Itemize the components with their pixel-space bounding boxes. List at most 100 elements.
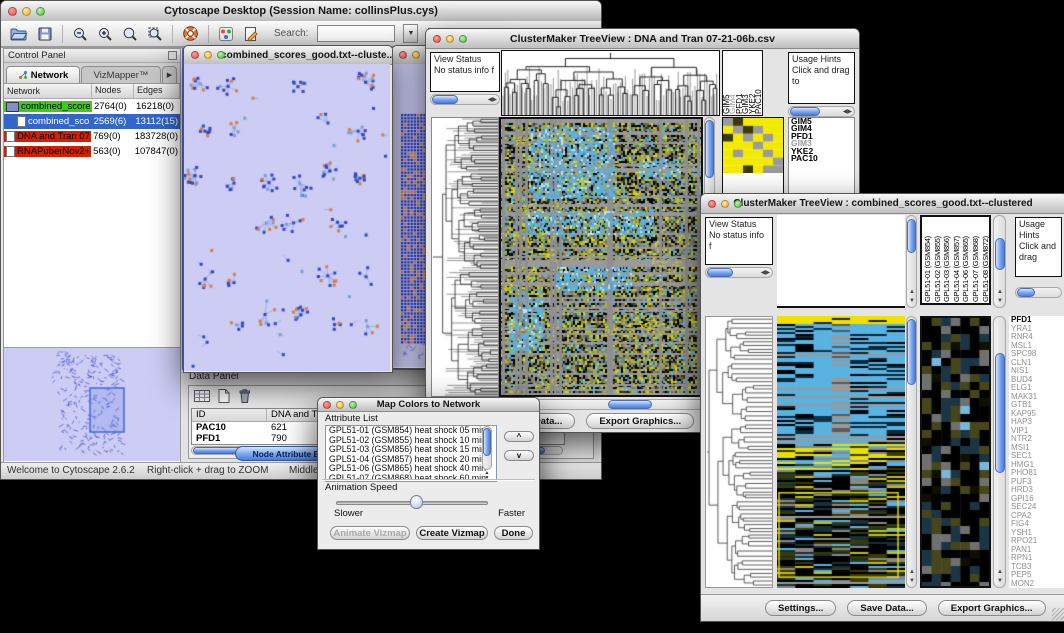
close-button[interactable] xyxy=(8,7,17,16)
attribute-list-scrollbar[interactable] xyxy=(482,426,492,470)
scroll-arrows[interactable]: ◀▶ xyxy=(488,97,497,103)
scroll-arrow-down[interactable]: ▼ xyxy=(909,298,915,304)
column-vscrollbar[interactable]: ▲ ▼ xyxy=(906,215,917,308)
array-label[interactable]: GPL51-02 (GSM855) xyxy=(933,218,943,302)
scroll-arrow-down[interactable]: ▼ xyxy=(997,298,1003,304)
done-button[interactable]: Done xyxy=(494,526,533,540)
header-nodes[interactable]: Nodes xyxy=(92,84,134,98)
scrollbar-thumb[interactable] xyxy=(707,268,733,277)
network-titlebar[interactable]: combined_scores_good.txt--cluste... xyxy=(184,46,392,65)
network-canvas[interactable] xyxy=(184,64,390,371)
float-panel-icon[interactable] xyxy=(168,51,177,60)
close-button[interactable] xyxy=(323,401,331,409)
array-label[interactable]: GPL51-01 (GSM854) xyxy=(923,218,933,302)
tab-overflow-button[interactable]: ▶ xyxy=(162,66,177,83)
gene-label[interactable]: MON2 xyxy=(1009,580,1064,589)
tab-vizmapper[interactable]: VizMapper™ xyxy=(81,66,161,83)
scrollbar-thumb[interactable] xyxy=(705,120,714,178)
scrollbar-thumb[interactable] xyxy=(995,353,1005,473)
array-label[interactable]: GPL51-07 (GSM868) xyxy=(971,218,981,302)
minimize-button[interactable] xyxy=(446,35,454,43)
column-dendrogram-panel[interactable] xyxy=(777,215,905,308)
save-icon[interactable] xyxy=(37,26,53,42)
minimize-button[interactable] xyxy=(336,401,344,409)
close-button[interactable] xyxy=(399,51,407,59)
scrollbar-thumb[interactable] xyxy=(483,428,491,456)
network-row[interactable]: RNAPuberNov2+563(0)107847(0) xyxy=(4,144,180,159)
header-id[interactable]: ID xyxy=(192,409,267,421)
scrollbar-thumb[interactable] xyxy=(995,238,1005,270)
zoom-button[interactable] xyxy=(349,401,357,409)
header-edges[interactable]: Edges xyxy=(134,84,180,98)
hints-scrollbar[interactable]: ◀▶ xyxy=(788,106,855,117)
main-titlebar[interactable]: Cytoscape Desktop (Session Name: collins… xyxy=(1,1,601,22)
scrollbar-thumb[interactable] xyxy=(432,95,458,104)
scrollbar-thumb[interactable] xyxy=(608,400,652,409)
tab-network[interactable]: Network xyxy=(6,66,80,83)
scroll-arrow-down[interactable]: ▼ xyxy=(909,578,915,584)
scroll-arrows[interactable]: ◀▶ xyxy=(761,270,770,276)
slider-thumb[interactable] xyxy=(410,495,423,509)
gene-label[interactable]: PAC10 xyxy=(789,155,854,162)
heatmap-canvas[interactable] xyxy=(777,316,905,588)
zoom-button[interactable] xyxy=(734,200,742,208)
attribute-table-icon[interactable] xyxy=(193,388,211,409)
heatmap-global-panel[interactable] xyxy=(777,316,905,588)
scrollbar-thumb[interactable] xyxy=(907,219,916,253)
heatmap-global-panel[interactable] xyxy=(499,117,703,397)
gene-dendrogram-canvas[interactable] xyxy=(432,118,498,396)
treeview-button[interactable]: Export Graphics... xyxy=(586,413,694,429)
treeview2-titlebar[interactable]: ClusterMaker TreeView : combined_scores_… xyxy=(701,194,1064,214)
new-attribute-icon[interactable] xyxy=(217,388,231,409)
scroll-arrow-up[interactable]: ▲ xyxy=(997,289,1003,295)
zoom-heatmap-canvas[interactable] xyxy=(922,318,989,586)
array-label[interactable]: GPL51-06 (GSM865) xyxy=(961,218,971,302)
scroll-arrow-up[interactable]: ▲ xyxy=(909,289,915,295)
scroll-arrow-up[interactable]: ▲ xyxy=(909,569,915,575)
scrollbar-thumb[interactable] xyxy=(790,107,820,116)
annotation-icon[interactable] xyxy=(243,26,259,42)
array-label[interactable]: PAC10 xyxy=(756,52,762,114)
overview-canvas[interactable] xyxy=(4,348,180,461)
view-status-scrollbar[interactable]: ◀▶ xyxy=(705,267,773,278)
network-row[interactable]: DNA and Tran 07769(0)183728(0) xyxy=(4,129,180,144)
create-vizmap-button[interactable]: Create Vizmap xyxy=(416,526,488,540)
zoom-button[interactable] xyxy=(217,51,225,59)
zoom-selected-icon[interactable] xyxy=(147,26,163,42)
column-dendrogram-panel[interactable] xyxy=(501,50,720,116)
treeview1-titlebar[interactable]: ClusterMaker TreeView : DNA and Tran 07-… xyxy=(426,29,859,49)
hints-scrollbar[interactable] xyxy=(1015,287,1062,298)
close-button[interactable] xyxy=(433,35,441,43)
minimize-button[interactable] xyxy=(22,7,31,16)
minimize-button[interactable] xyxy=(412,51,420,59)
animate-vizmap-button[interactable]: Animate Vizmap xyxy=(330,526,410,540)
close-button[interactable] xyxy=(708,200,716,208)
treeview-button[interactable]: Export Graphics... xyxy=(938,600,1046,616)
move-down-button[interactable]: v xyxy=(504,450,534,461)
search-dropdown-icon[interactable]: ▼ xyxy=(403,24,418,43)
array-label[interactable]: GPL51-04 (GSM857) xyxy=(952,218,962,302)
scrollbar-thumb[interactable] xyxy=(1017,288,1035,297)
network-row[interactable]: combined_scores2764(0)16218(0) xyxy=(4,99,180,114)
heatmap-zoom-panel[interactable] xyxy=(920,316,991,588)
zoom-button[interactable] xyxy=(36,7,45,16)
zoom-actual-icon[interactable] xyxy=(122,26,138,42)
treeview-button[interactable]: Settings... xyxy=(765,600,836,616)
move-up-button[interactable]: ^ xyxy=(504,431,534,442)
resize-grip[interactable] xyxy=(1052,608,1064,620)
header-network[interactable]: Network xyxy=(4,84,92,98)
gene-dendrogram-panel[interactable] xyxy=(431,117,499,397)
open-file-icon[interactable] xyxy=(9,26,28,42)
zoom-out-icon[interactable] xyxy=(72,26,88,42)
zoom-heatmap-canvas[interactable] xyxy=(723,118,783,173)
scroll-arrow-up[interactable]: ▲ xyxy=(997,569,1003,575)
dialog-titlebar[interactable]: Map Colors to Network xyxy=(318,398,539,412)
array-label[interactable]: GPL51-08 (GSM872) xyxy=(981,218,991,302)
column-dendrogram-canvas[interactable] xyxy=(502,51,719,115)
scroll-arrow-down[interactable]: ▼ xyxy=(997,578,1003,584)
zoom-button[interactable] xyxy=(459,35,467,43)
treeview-button[interactable]: Save Data... xyxy=(847,600,926,616)
network-overview-panel[interactable] xyxy=(4,347,180,462)
zoom-in-icon[interactable] xyxy=(97,26,113,42)
close-button[interactable] xyxy=(191,51,199,59)
